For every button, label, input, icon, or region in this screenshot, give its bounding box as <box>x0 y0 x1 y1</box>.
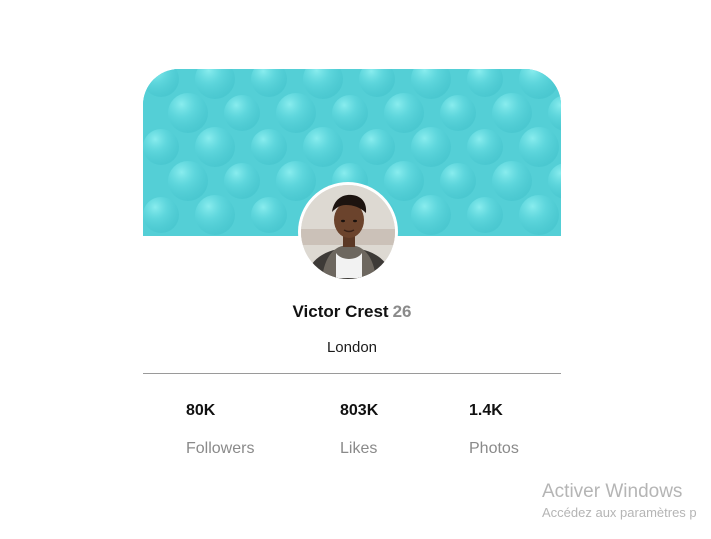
profile-age: 26 <box>392 302 412 321</box>
photos-stat: 1.4K Photos <box>469 401 519 459</box>
followers-count: 80K <box>186 402 216 419</box>
followers-label: Followers <box>186 440 255 457</box>
profile-location: London <box>326 339 378 356</box>
likes-label: Likes <box>340 440 378 457</box>
profile-name: Victor Crest <box>292 302 389 321</box>
divider <box>143 373 561 374</box>
avatar <box>298 182 398 282</box>
avatar-photo <box>301 185 395 279</box>
likes-stat: 803K Likes <box>340 401 378 459</box>
profile-card: Victor Crest 26 London 80K Followers 803K… <box>143 69 561 469</box>
likes-count: 803K <box>340 402 379 419</box>
watermark-subtitle: Accédez aux paramètres p <box>542 505 697 520</box>
followers-stat: 80K Followers <box>186 401 254 459</box>
windows-activation-watermark: Activer Windows Accédez aux paramètres p <box>542 481 697 521</box>
photos-count: 1.4K <box>469 402 503 419</box>
photos-label: Photos <box>469 440 519 457</box>
profile-heading: Victor Crest 26 <box>143 302 561 322</box>
watermark-title: Activer Windows <box>542 481 683 502</box>
